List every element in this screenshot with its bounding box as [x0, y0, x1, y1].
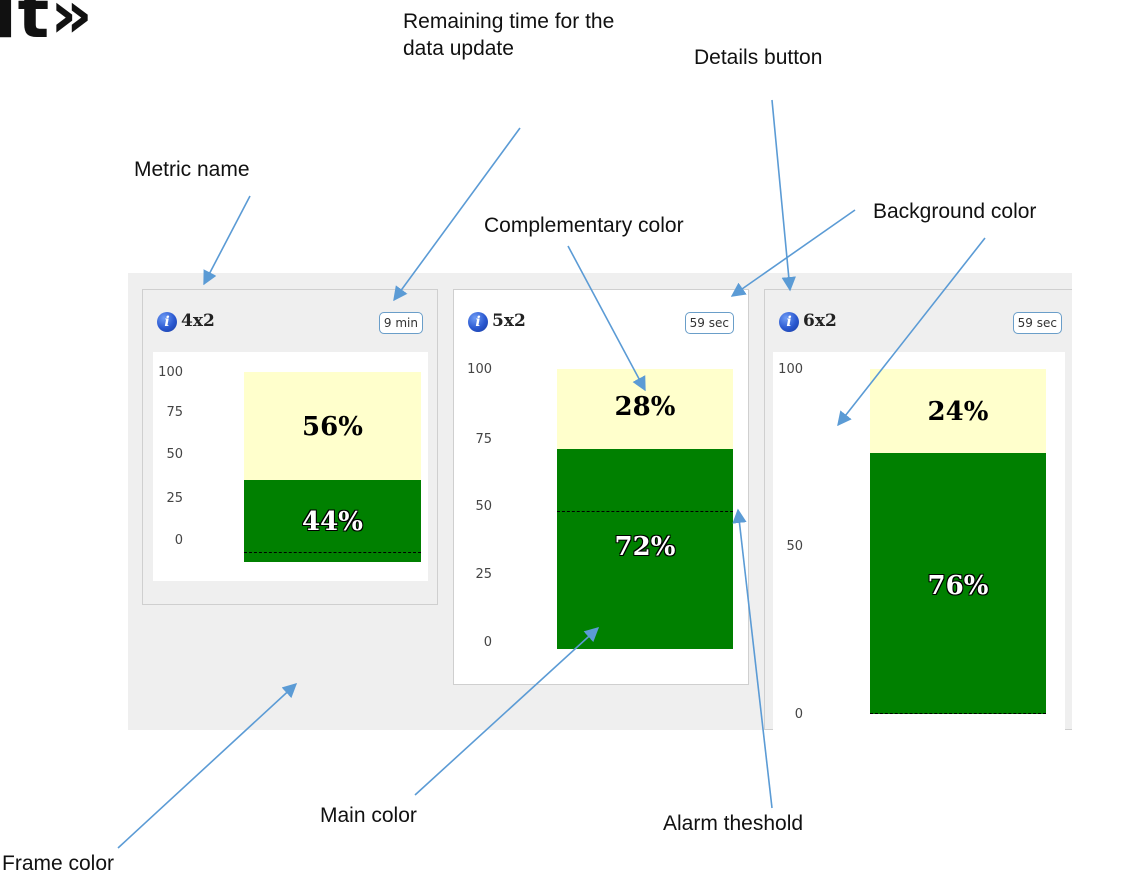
- arrow-main-color: [414, 627, 600, 796]
- arrow-complementary-color: [567, 245, 646, 392]
- arrow-background-color-2: [837, 237, 986, 427]
- arrow-remaining-time: [393, 127, 521, 302]
- arrow-background-color-1: [730, 209, 856, 297]
- arrow-alarm-threshold: [732, 508, 773, 809]
- arrow-metric-name: [203, 195, 251, 286]
- callout-arrows: [117, 99, 986, 849]
- arrow-frame-color: [117, 683, 298, 849]
